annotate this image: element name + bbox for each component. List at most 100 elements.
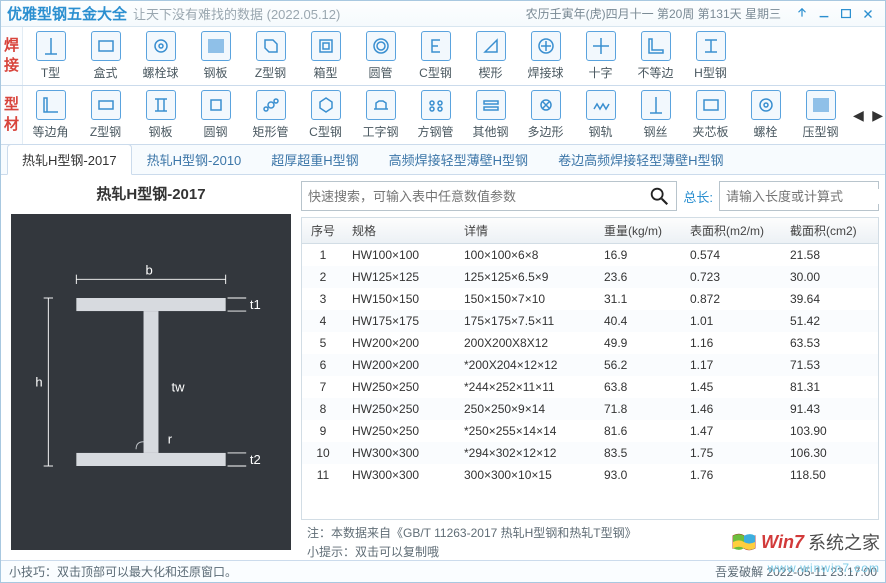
ribbon-item-其他钢[interactable]: 其他钢 — [463, 86, 518, 144]
tab[interactable]: 超厚超重H型钢 — [256, 144, 373, 174]
note-source: 注：本数据来自《GB/T 11263-2017 热轧H型钢和热轧T型钢》 — [307, 524, 873, 541]
ribbon-label: 圆钢 — [203, 123, 227, 140]
ribbon-label: 其他钢 — [472, 123, 508, 140]
table-row[interactable]: 2HW125×125125×125×6.5×923.60.72330.00 — [302, 266, 878, 288]
ribbon-label: C型钢 — [419, 64, 452, 81]
tab[interactable]: 高频焊接轻型薄壁H型钢 — [374, 144, 543, 174]
ribbon-label: 盒式 — [93, 64, 117, 81]
table-row[interactable]: 3HW150×150150×150×7×1031.10.87239.64 — [302, 288, 878, 310]
length-input[interactable] — [720, 189, 885, 204]
ribbon-label: 钢板 — [203, 64, 227, 81]
ribbon-item-螺栓球[interactable]: 螺栓球 — [133, 27, 188, 85]
ribbon-item-多边形[interactable]: 多边形 — [518, 86, 573, 144]
ribbon-item-钢板[interactable]: 钢板 — [188, 27, 243, 85]
th-seq[interactable]: 序号 — [302, 222, 344, 239]
ribbon-item-C型钢[interactable]: C型钢 — [408, 27, 463, 85]
th-detail[interactable]: 详情 — [456, 222, 596, 239]
table-row[interactable]: 6HW200×200*200X204×12×1256.21.1771.53 — [302, 354, 878, 376]
table-row[interactable]: 5HW200×200200X200X8X1249.91.1663.53 — [302, 332, 878, 354]
ribbon-label: 矩形管 — [252, 123, 288, 140]
ribbon-item-不等边[interactable]: 不等边 — [628, 27, 683, 85]
ribbon-label: Z型钢 — [255, 64, 286, 81]
svg-text:t2: t2 — [250, 452, 261, 467]
titlebar: 优雅型钢五金大全 让天下没有难找的数据 (2022.05.12) 农历壬寅年(虎… — [1, 1, 885, 27]
ribbon-icon — [36, 31, 66, 61]
ribbon-item-圆钢[interactable]: 圆钢 — [188, 86, 243, 144]
ribbon-item-钢轨[interactable]: 钢轨 — [573, 86, 628, 144]
ribbon-item-等边角[interactable]: 等边角 — [23, 86, 78, 144]
ribbon-item-圆管[interactable]: 圆管 — [353, 27, 408, 85]
note-tip: 小提示：双击可以复制哦 — [307, 543, 873, 560]
ribbon-label: 圆管 — [368, 64, 392, 81]
table-row[interactable]: 10HW300×300*294×302×12×1283.51.75106.30 — [302, 442, 878, 464]
ribbon-label: 等边角 — [32, 123, 68, 140]
ribbon-icon — [641, 31, 671, 61]
th-weight[interactable]: 重量(kg/m) — [596, 222, 682, 239]
table-row[interactable]: 8HW250×250250×250×9×1471.81.4691.43 — [302, 398, 878, 420]
ribbon-icon — [256, 90, 286, 120]
tab[interactable]: 热轧H型钢-2017 — [7, 144, 132, 175]
ribbon-icon — [146, 90, 176, 120]
tab-strip: 热轧H型钢-2017热轧H型钢-2010超厚超重H型钢高频焊接轻型薄壁H型钢卷边… — [1, 145, 885, 175]
ribbon-item-钢板[interactable]: 钢板 — [133, 86, 188, 144]
svg-text:h: h — [35, 375, 42, 390]
pin-button[interactable] — [791, 5, 813, 23]
ribbon-label: 多边形 — [527, 123, 563, 140]
ribbon-icon — [806, 90, 836, 120]
ribbon-item-夹芯板[interactable]: 夹芯板 — [683, 86, 738, 144]
ribbon-item-Z型钢[interactable]: Z型钢 — [78, 86, 133, 144]
ribbon-label: T型 — [41, 64, 60, 81]
search-input[interactable] — [308, 189, 648, 204]
total-length-label[interactable]: 总长: — [683, 187, 713, 206]
app-slogan: 让天下没有难找的数据 (2022.05.12) — [133, 4, 340, 23]
svg-text:r: r — [168, 432, 173, 447]
ribbon-item-螺栓[interactable]: 螺栓 — [738, 86, 793, 144]
minimize-button[interactable] — [813, 5, 835, 23]
ribbon-label: 十字 — [588, 64, 612, 81]
tab[interactable]: 热轧H型钢-2010 — [132, 144, 257, 174]
ribbon-item-矩形管[interactable]: 矩形管 — [243, 86, 298, 144]
ribbon-item-楔形[interactable]: 楔形 — [463, 27, 518, 85]
table-row[interactable]: 7HW250×250*244×252×11×1163.81.4581.31 — [302, 376, 878, 398]
status-bar: 小技巧：双击顶部可以最大化和还原窗口。 吾爱破解 2022-05-11 23:1… — [1, 560, 885, 582]
table-row[interactable]: 11HW300×300300×300×10×1593.01.76118.50 — [302, 464, 878, 486]
close-button[interactable] — [857, 5, 879, 23]
table-row[interactable]: 1HW100×100100×100×6×816.90.57421.58 — [302, 244, 878, 266]
th-section[interactable]: 截面积(cm2) — [782, 222, 870, 239]
ribbon-icon — [146, 31, 176, 61]
ribbon-prev-icon[interactable]: ◀ — [853, 107, 864, 124]
ribbon-item-箱型[interactable]: 箱型 — [298, 27, 353, 85]
ribbon-item-钢丝[interactable]: 钢丝 — [628, 86, 683, 144]
ribbon-item-Z型钢[interactable]: Z型钢 — [243, 27, 298, 85]
ribbon-icon — [201, 90, 231, 120]
maximize-button[interactable] — [835, 5, 857, 23]
ribbon-item-工字钢[interactable]: 工字钢 — [353, 86, 408, 144]
ribbon-icon — [366, 90, 396, 120]
ribbon-label: 楔形 — [478, 64, 502, 81]
table-row[interactable]: 4HW175×175175×175×7.5×1140.41.0151.42 — [302, 310, 878, 332]
table-row[interactable]: 9HW250×250*250×255×14×1481.61.47103.90 — [302, 420, 878, 442]
ribbon-icon — [476, 31, 506, 61]
ribbon-item-盒式[interactable]: 盒式 — [78, 27, 133, 85]
ribbon-item-十字[interactable]: 十字 — [573, 27, 628, 85]
ribbon-next-icon[interactable]: ▶ — [872, 107, 883, 124]
ribbon-icon — [256, 31, 286, 61]
ribbon-item-压型钢[interactable]: 压型钢 — [793, 86, 848, 144]
th-area[interactable]: 表面积(m2/m) — [682, 222, 782, 239]
ribbon-item-方钢管[interactable]: 方钢管 — [408, 86, 463, 144]
status-tip: 小技巧：双击顶部可以最大化和还原窗口。 — [9, 563, 237, 580]
ribbon-item-H型钢[interactable]: H型钢 — [683, 27, 738, 85]
ribbon-item-焊接球[interactable]: 焊接球 — [518, 27, 573, 85]
th-spec[interactable]: 规格 — [344, 222, 456, 239]
ribbon-label: 钢板 — [148, 123, 172, 140]
search-icon[interactable] — [648, 185, 670, 207]
table-notes: 注：本数据来自《GB/T 11263-2017 热轧H型钢和热轧T型钢》 小提示… — [301, 520, 879, 560]
ribbon-item-C型钢[interactable]: C型钢 — [298, 86, 353, 144]
ribbon-icon — [476, 90, 506, 120]
ribbon-icon — [531, 31, 561, 61]
ribbon-label: 夹芯板 — [692, 123, 728, 140]
ribbon-label: 工字钢 — [362, 123, 398, 140]
ribbon-item-T型[interactable]: T型 — [23, 27, 78, 85]
svg-text:t1: t1 — [250, 297, 261, 312]
tab[interactable]: 卷边高频焊接轻型薄壁H型钢 — [543, 144, 738, 174]
